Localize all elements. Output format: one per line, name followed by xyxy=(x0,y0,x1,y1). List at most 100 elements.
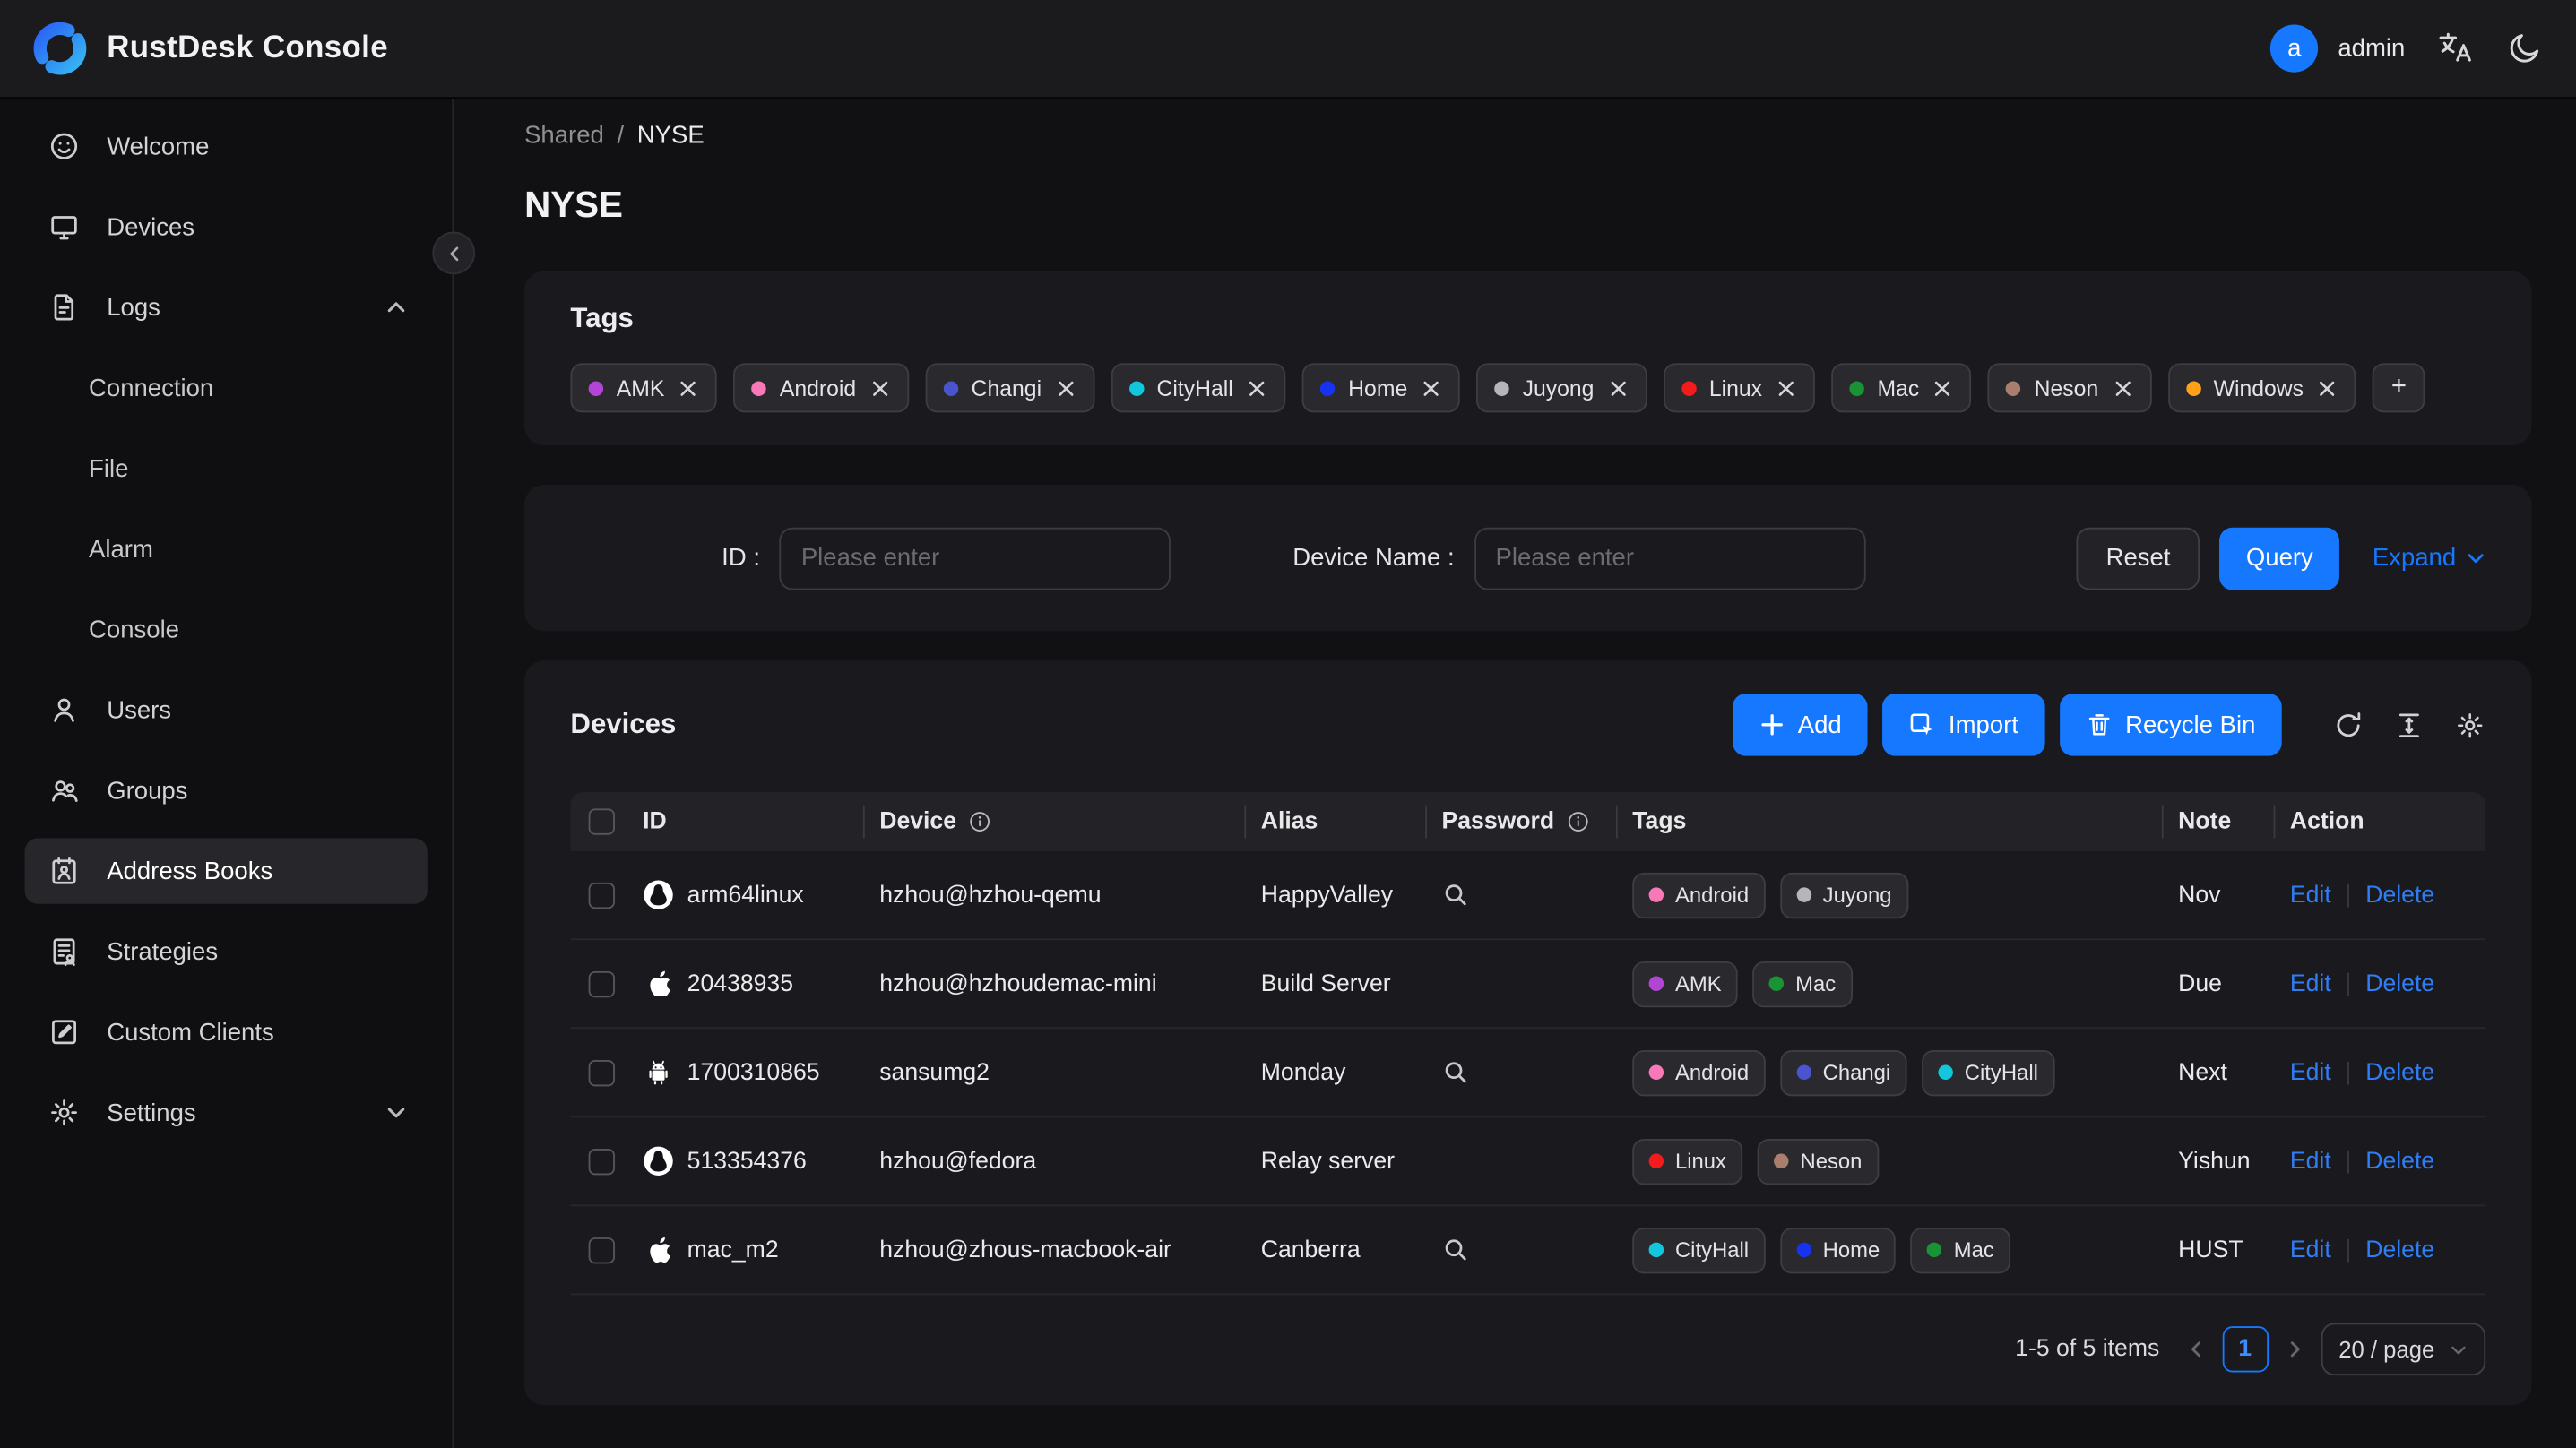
smiley-icon xyxy=(48,130,81,163)
cell-action: Edit Delete xyxy=(2274,1237,2486,1263)
id-input[interactable] xyxy=(779,526,1171,590)
remove-tag-icon[interactable] xyxy=(1932,377,1954,399)
tag-color-dot xyxy=(1648,887,1664,902)
add-tag-button[interactable]: + xyxy=(2373,363,2425,413)
rustdesk-console-screen: RustDesk Console a admin Welcome Devices L… xyxy=(0,0,2576,1448)
strategies-icon xyxy=(48,935,81,969)
row-checkbox[interactable] xyxy=(588,881,615,909)
recycle-bin-button[interactable]: Recycle Bin xyxy=(2059,693,2282,756)
sidebar-item-welcome[interactable]: Welcome xyxy=(25,114,428,179)
tag-color-dot xyxy=(2185,380,2200,396)
sidebar-item-groups[interactable]: Groups xyxy=(25,758,428,823)
remove-tag-icon[interactable] xyxy=(678,377,699,399)
row-checkbox-cell xyxy=(570,1148,633,1175)
delete-link[interactable]: Delete xyxy=(2365,1059,2434,1085)
add-button[interactable]: Add xyxy=(1732,693,1869,756)
tag-chip-amk: AMK xyxy=(570,363,718,413)
info-icon[interactable] xyxy=(1566,810,1589,833)
remove-tag-icon[interactable] xyxy=(1246,377,1267,399)
cell-alias: HappyValley xyxy=(1260,881,1394,909)
remove-tag-icon[interactable] xyxy=(869,377,891,399)
cell-id: 20438935 xyxy=(633,968,863,999)
delete-link[interactable]: Delete xyxy=(2365,1148,2434,1174)
reset-button[interactable]: Reset xyxy=(2076,526,2200,590)
row-checkbox[interactable] xyxy=(588,970,615,997)
row-checkbox[interactable] xyxy=(588,1148,615,1175)
sidebar-item-label: Welcome xyxy=(107,132,210,160)
edit-link[interactable]: Edit xyxy=(2290,882,2331,908)
expand-toggle[interactable]: Expand xyxy=(2373,544,2485,572)
breadcrumb-shared[interactable]: Shared xyxy=(524,122,604,150)
import-button[interactable]: Import xyxy=(1882,693,2045,756)
row-checkbox[interactable] xyxy=(588,1059,615,1086)
tag-chip-linux: Linux xyxy=(1663,363,1815,413)
translate-icon[interactable] xyxy=(2436,30,2474,67)
sidebar-item-logs[interactable]: Logs xyxy=(25,274,428,340)
settings-icon[interactable] xyxy=(2454,709,2485,740)
cell-device: hzhou@zhous-macbook-air xyxy=(879,1237,1171,1263)
remove-tag-icon[interactable] xyxy=(1421,377,1442,399)
avatar[interactable]: a xyxy=(2270,24,2319,73)
remove-tag-icon[interactable] xyxy=(2112,377,2133,399)
info-icon[interactable] xyxy=(968,810,991,833)
edit-link[interactable]: Edit xyxy=(2290,1059,2331,1085)
delete-link[interactable]: Delete xyxy=(2365,970,2434,996)
column-header-password: Password xyxy=(1425,792,1616,851)
edit-link[interactable]: Edit xyxy=(2290,970,2331,996)
devices-card-title: Devices xyxy=(570,708,677,740)
sidebar-subitem-console[interactable]: Console xyxy=(25,597,428,662)
cell-tags: Android Juyong xyxy=(1616,871,2162,918)
row-checkbox[interactable] xyxy=(588,1237,615,1263)
sidebar-item-label: Address Books xyxy=(107,857,273,885)
view-password-icon[interactable] xyxy=(1442,881,1470,909)
sidebar-item-settings[interactable]: Settings xyxy=(25,1080,428,1145)
page-size-select[interactable]: 20 / page xyxy=(2321,1323,2486,1376)
moon-icon[interactable] xyxy=(2505,30,2543,67)
refresh-icon[interactable] xyxy=(2333,709,2364,740)
tag-chip-neson: Neson xyxy=(1988,363,2151,413)
delete-link[interactable]: Delete xyxy=(2365,1237,2434,1263)
sidebar-item-users[interactable]: Users xyxy=(25,677,428,743)
next-page-button[interactable] xyxy=(2285,1340,2304,1359)
sidebar-subitem-connection[interactable]: Connection xyxy=(25,355,428,420)
row-tag-chip-android: Android xyxy=(1632,871,1766,918)
add-button-label: Add xyxy=(1797,711,1842,739)
trash-icon xyxy=(2086,711,2112,737)
remove-tag-icon[interactable] xyxy=(2317,377,2338,399)
tag-chip-windows: Windows xyxy=(2167,363,2356,413)
query-button[interactable]: Query xyxy=(2219,526,2340,590)
column-height-icon[interactable] xyxy=(2393,709,2425,740)
delete-link[interactable]: Delete xyxy=(2365,882,2434,908)
prev-page-button[interactable] xyxy=(2186,1340,2206,1359)
tag-color-dot xyxy=(2006,380,2021,396)
select-all-checkbox[interactable] xyxy=(588,808,615,835)
remove-tag-icon[interactable] xyxy=(1607,377,1629,399)
remove-tag-icon[interactable] xyxy=(1776,377,1797,399)
edit-link[interactable]: Edit xyxy=(2290,1148,2331,1174)
table-header-checkbox-cell xyxy=(570,792,633,851)
cell-id: arm64linux xyxy=(633,879,863,910)
device-name-input[interactable] xyxy=(1474,526,1866,590)
cell-tags: Linux Neson xyxy=(1616,1138,2162,1185)
row-checkbox-cell xyxy=(570,881,633,909)
sidebar-item-devices[interactable]: Devices xyxy=(25,194,428,259)
sidebar-subitem-alarm[interactable]: Alarm xyxy=(25,516,428,582)
view-password-icon[interactable] xyxy=(1442,1058,1470,1086)
user-name[interactable]: admin xyxy=(2338,35,2405,63)
page-1-button[interactable]: 1 xyxy=(2221,1326,2269,1373)
sidebar-item-custom-clients[interactable]: Custom Clients xyxy=(25,999,428,1064)
remove-tag-icon[interactable] xyxy=(1055,377,1076,399)
cell-action: Edit Delete xyxy=(2274,970,2486,996)
cell-note: Due xyxy=(2178,970,2222,997)
column-header-note: Note xyxy=(2161,792,2274,851)
sidebar-item-strategies[interactable]: Strategies xyxy=(25,918,428,984)
action-divider xyxy=(2347,971,2349,996)
apple-icon xyxy=(643,968,674,999)
tag-label: Mac xyxy=(1795,970,1837,996)
edit-link[interactable]: Edit xyxy=(2290,1237,2331,1263)
sidebar-item-address-books[interactable]: Address Books xyxy=(24,838,428,904)
linux-icon xyxy=(643,879,674,910)
sidebar-subitem-file[interactable]: File xyxy=(25,435,428,501)
view-password-icon[interactable] xyxy=(1442,1236,1470,1263)
sidebar-collapse-button[interactable] xyxy=(432,231,476,275)
